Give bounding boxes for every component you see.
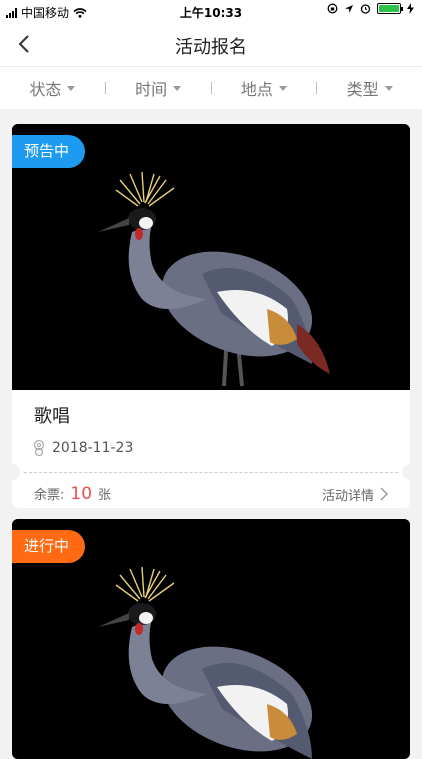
event-card[interactable]: 进行中 <box>12 519 410 759</box>
status-badge: 预告中 <box>12 135 86 168</box>
tickets-label: 余票: <box>34 488 65 503</box>
status-right <box>327 3 414 14</box>
status-badge: 进行中 <box>12 530 86 563</box>
filter-label: 状态 <box>29 80 62 99</box>
rotation-lock-icon <box>327 3 338 14</box>
filter-type[interactable]: 类型 <box>317 67 422 109</box>
caret-down-icon <box>173 85 182 91</box>
filter-time[interactable]: 时间 <box>106 67 211 109</box>
tickets-count: 10 <box>70 484 93 504</box>
dash-line <box>24 472 398 473</box>
event-card[interactable]: 预告中 歌唱 2018-11-23 余票: 10 张 活动详情 <box>12 124 410 508</box>
filter-label: 地点 <box>240 80 273 99</box>
ticket-notch <box>402 464 410 480</box>
page-title: 活动报名 <box>175 37 247 58</box>
event-image: 进行中 <box>12 519 410 759</box>
alarm-icon <box>360 4 371 14</box>
event-footer: 余票: 10 张 活动详情 <box>12 480 410 508</box>
chevron-right-icon <box>380 487 388 501</box>
battery-icon <box>377 3 403 14</box>
status-bar: 中国移动 上午10:33 <box>0 0 422 22</box>
tickets-remaining: 余票: 10 张 <box>34 484 111 504</box>
filter-status[interactable]: 状态 <box>0 67 105 109</box>
caret-down-icon <box>67 85 76 91</box>
filter-label: 类型 <box>346 80 379 99</box>
location-arrow-icon <box>345 4 353 13</box>
charging-icon <box>407 3 414 14</box>
detail-label: 活动详情 <box>321 488 374 504</box>
tickets-unit: 张 <box>98 488 112 503</box>
filter-location[interactable]: 地点 <box>212 67 317 109</box>
dashed-divider <box>12 464 410 480</box>
filter-label: 时间 <box>135 80 168 99</box>
caret-down-icon <box>278 85 287 91</box>
location-icon <box>33 439 45 457</box>
ticket-notch <box>12 464 20 480</box>
event-title: 歌唱 <box>34 406 70 427</box>
event-image: 预告中 <box>12 124 410 390</box>
caret-down-icon <box>384 85 393 91</box>
event-date-row: 2018-11-23 <box>12 428 410 458</box>
event-date: 2018-11-23 <box>52 440 134 456</box>
filter-bar: 状态 时间 地点 类型 <box>0 67 422 109</box>
nav-bar: 活动报名 <box>0 22 422 67</box>
event-detail-link[interactable]: 活动详情 <box>322 485 388 504</box>
